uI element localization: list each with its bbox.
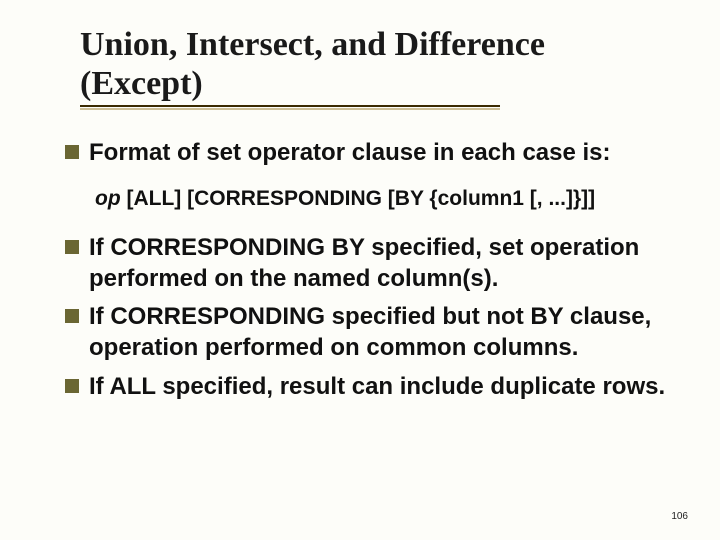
syntax-line: op [ALL] [CORRESPONDING [BY {column1 [, … [65,187,670,211]
title-line-1: Union, Intersect, and Difference [80,26,545,63]
title-underline-dark [80,105,500,107]
square-bullet-icon [65,379,79,393]
square-bullet-icon [65,240,79,254]
bullet-item-corresponding: If CORRESPONDING specified but not BY cl… [65,302,670,363]
syntax-rest: [ALL] [CORRESPONDING [BY {column1 [, ...… [121,187,595,210]
bullet-text: If CORRESPONDING specified but not BY cl… [89,302,670,363]
slide-title: Union, Intersect, and Difference (Except… [65,20,670,103]
square-bullet-icon [65,145,79,159]
bullet-item-all: If ALL specified, result can include dup… [65,372,670,403]
bullet-item-format: Format of set operator clause in each ca… [65,138,670,169]
square-bullet-icon [65,309,79,323]
title-underline [65,105,670,110]
syntax-op-italic: op [95,187,121,210]
slide: Union, Intersect, and Difference (Except… [0,0,720,540]
bullet-item-corresponding-by: If CORRESPONDING BY specified, set opera… [65,233,670,294]
page-number: 106 [671,511,688,522]
title-line-2: (Except) [80,65,203,102]
title-underline-light [80,108,500,110]
bullet-text: Format of set operator clause in each ca… [89,138,670,169]
bullet-text: If CORRESPONDING BY specified, set opera… [89,233,670,294]
bullet-text: If ALL specified, result can include dup… [89,372,670,403]
